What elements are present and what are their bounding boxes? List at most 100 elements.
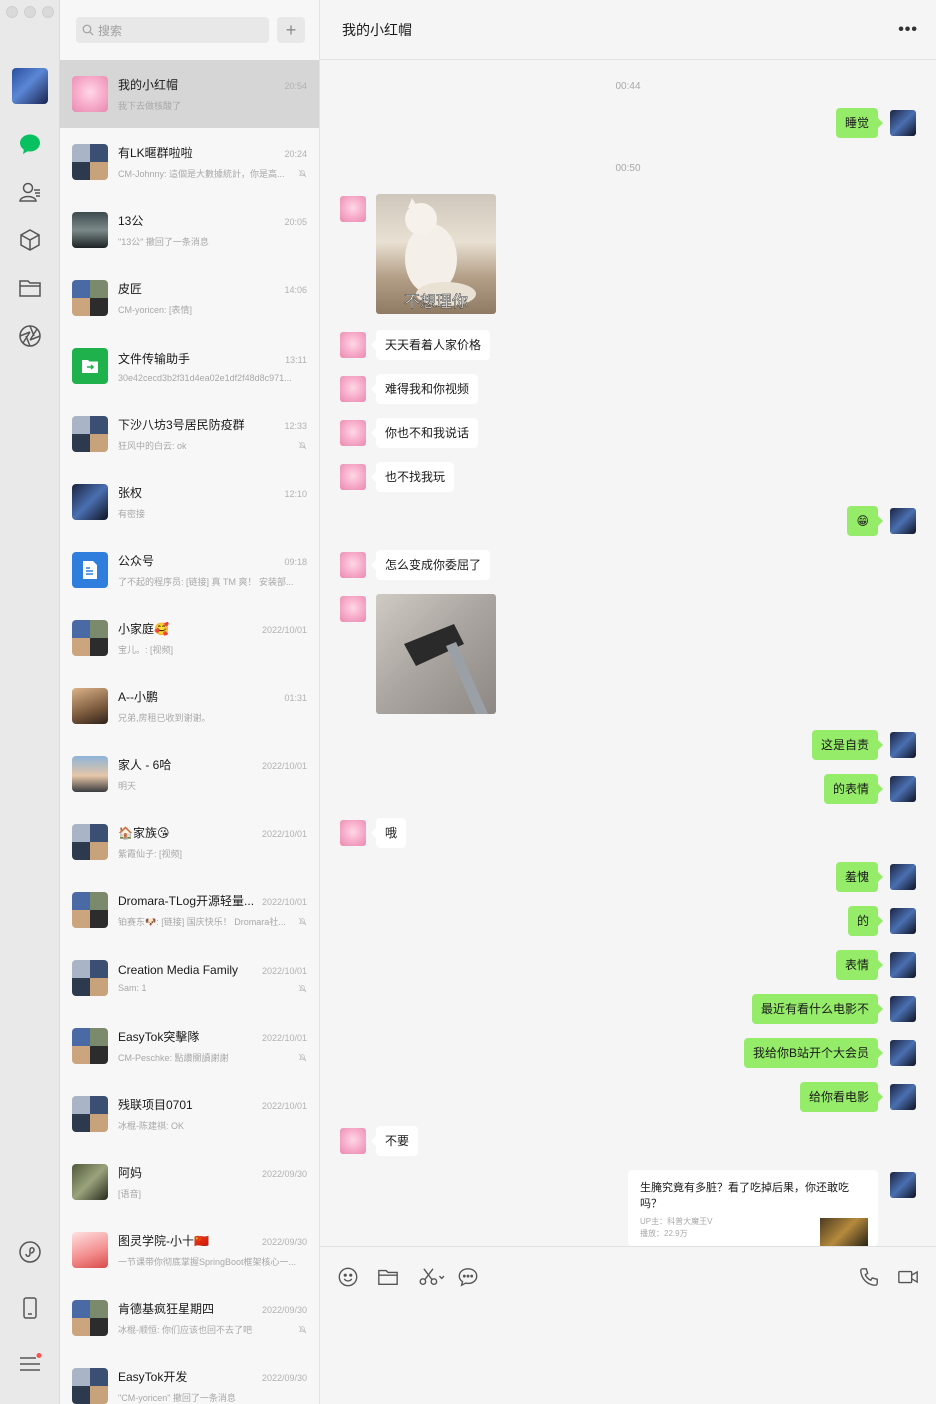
my-avatar[interactable] [890, 908, 916, 934]
chat-name: 残联项目0701 [118, 1098, 193, 1112]
chat-list-item[interactable]: A--小鹏 01:31 兄弟,房租已收到谢谢。 [60, 672, 319, 740]
phone-icon[interactable] [18, 1296, 42, 1320]
chat-list-item[interactable]: 家人 - 6哈 2022/10/01 明天 [60, 740, 319, 808]
incoming-message[interactable]: 也不找我玩 [370, 462, 455, 492]
my-avatar[interactable] [12, 68, 48, 104]
incoming-message[interactable]: 天天看着人家价格 [370, 330, 491, 360]
chat-list-item[interactable]: 🏠家族😘 2022/10/01 紫霞仙子: [视频] [60, 808, 319, 876]
my-avatar[interactable] [890, 952, 916, 978]
outgoing-message[interactable]: 羞愧 [835, 862, 884, 892]
chat-time: 2022/10/01 [261, 829, 307, 839]
chat-list-item[interactable]: 文件传输助手 13:11 30e42cecd3b2f31d4ea02e1df2f48… [60, 332, 319, 400]
chat-list-item[interactable]: 13公 20:05 "13公" 撤回了一条消息 [60, 196, 319, 264]
chat-list-item[interactable]: 下沙八坊3号居民防疫群 12:33 狂风中的白云: ok [60, 400, 319, 468]
my-avatar[interactable] [890, 1084, 916, 1110]
contacts-icon[interactable] [18, 180, 42, 204]
sticker-caption: 不想理你 [403, 294, 469, 312]
chat-name: 图灵学院-小十🇨🇳 [118, 1234, 209, 1248]
emoji-icon[interactable] [336, 1265, 360, 1289]
more-options-button[interactable]: ••• [898, 21, 918, 39]
outgoing-message[interactable]: 这是自责 [811, 730, 884, 760]
incoming-message[interactable]: 你也不和我说话 [370, 418, 479, 448]
chat-preview: 冰棍-陈建祺: OK [118, 1121, 185, 1131]
chat-name: 皮匠 [118, 282, 143, 296]
chat-time: 2022/10/01 [261, 761, 307, 771]
chat-list-item[interactable]: 皮匠 14:06 CM-yoricen: [表情] [60, 264, 319, 332]
chat-list-item[interactable]: 肯德基疯狂星期四 2022/09/30 冰棍-顺恒: 你们应该也回不去了吧 [60, 1284, 319, 1352]
chat-list-item[interactable]: 图灵学院-小十🇨🇳 2022/09/30 一节课带你彻底掌握SpringBoot框架… [60, 1216, 319, 1284]
contact-avatar[interactable] [340, 376, 366, 402]
incoming-message[interactable]: 不要 [370, 1126, 419, 1156]
contact-avatar[interactable] [340, 420, 366, 446]
folder-icon[interactable] [18, 276, 42, 300]
chat-body: 阿妈 2022/09/30 [语音] [118, 1164, 307, 1200]
chat-avatar [72, 960, 108, 996]
contact-avatar[interactable] [340, 332, 366, 358]
chat-list-item[interactable]: 阿妈 2022/09/30 [语音] [60, 1148, 319, 1216]
chat-list-item[interactable]: Creation Media Family 2022/10/01 Sam: 1 [60, 944, 319, 1012]
menu-icon[interactable] [18, 1352, 42, 1376]
hammer-sticker-image[interactable] [376, 594, 496, 714]
contact-avatar[interactable] [340, 820, 366, 846]
cat-sticker-image[interactable]: 不想理你 [376, 194, 496, 314]
my-avatar[interactable] [890, 864, 916, 890]
video-call-icon[interactable] [896, 1265, 920, 1289]
search-input[interactable]: 搜索 [76, 17, 269, 43]
chat-list-item[interactable]: 公众号 09:18 了不起的程序员: [链接] 真 TM 爽！ 安装部... [60, 536, 319, 604]
chat-list-item[interactable]: 张权 12:10 有密接 [60, 468, 319, 536]
outgoing-message[interactable]: 最近有看什么电影不 [751, 994, 884, 1024]
outgoing-message[interactable]: 😁 [847, 506, 883, 536]
contact-avatar[interactable] [340, 196, 366, 222]
my-avatar[interactable] [890, 732, 916, 758]
my-avatar[interactable] [890, 776, 916, 802]
message-area[interactable]: 00:44 00:50 睡觉 不想理你 天天看着人家价格 难得我和你视频 你也不和我说话… [320, 61, 936, 1246]
outgoing-message[interactable]: 的表情 [823, 774, 884, 804]
chat-list-item[interactable]: 我的小红帽 20:54 我下去做核酸了 [60, 60, 319, 128]
chat-list-item[interactable]: 小家庭🥰 2022/10/01 宝儿。: [视频] [60, 604, 319, 672]
chat-icon[interactable] [18, 132, 42, 156]
minimize-window-button[interactable] [24, 6, 36, 18]
folder-icon[interactable] [376, 1265, 400, 1289]
chat-list-item[interactable]: EasyTok突擊隊 2022/10/01 CM-Peschke: 點讚關讀謝謝 [60, 1012, 319, 1080]
zoom-window-button[interactable] [42, 6, 54, 18]
voice-call-icon[interactable] [857, 1265, 881, 1289]
chat-bubble-icon[interactable] [456, 1265, 480, 1289]
incoming-message[interactable]: 哦 [370, 818, 407, 848]
chat-preview: Sam: 1 [118, 983, 147, 993]
close-window-button[interactable] [6, 6, 18, 18]
incoming-message[interactable]: 难得我和你视频 [370, 374, 479, 404]
chat-list-item[interactable]: 有LK暱群啦啦 20:24 CM-Johnny: 這個是大數據統計，你是高... [60, 128, 319, 196]
chat-preview: 冰棍-顺恒: 你们应该也回不去了吧 [118, 1325, 252, 1335]
chat-avatar [72, 144, 108, 180]
chat-time: 20:05 [284, 217, 307, 227]
chat-list-item[interactable]: 残联项目0701 2022/10/01 冰棍-陈建祺: OK [60, 1080, 319, 1148]
incoming-message[interactable]: 怎么变成你委屈了 [370, 550, 491, 580]
official-accounts-icon [83, 561, 97, 579]
contact-avatar[interactable] [340, 1128, 366, 1154]
miniprogram-icon[interactable] [18, 1240, 42, 1264]
add-chat-button[interactable]: + [277, 17, 305, 43]
my-avatar[interactable] [890, 110, 916, 136]
outgoing-message[interactable]: 的 [847, 906, 884, 936]
chat-name: 🏠家族😘 [118, 826, 170, 840]
my-avatar[interactable] [890, 508, 916, 534]
my-avatar[interactable] [890, 1040, 916, 1066]
scissors-icon[interactable] [416, 1265, 450, 1289]
moments-aperture-icon[interactable] [18, 324, 42, 348]
chat-list-item[interactable]: EasyTok开发 2022/09/30 "CM-yoricen" 撤回了一条消息 [60, 1352, 319, 1404]
my-avatar[interactable] [890, 996, 916, 1022]
outgoing-message[interactable]: 睡觉 [835, 108, 884, 138]
contact-avatar[interactable] [340, 596, 366, 622]
favorites-cube-icon[interactable] [18, 228, 42, 252]
shared-video-link-card[interactable]: 生腌究竟有多脏？看了吃掉后果，你还敢吃吗？ UP主：科普大魔王V 播放：22.9万 [628, 1170, 878, 1246]
outgoing-message[interactable]: 表情 [835, 950, 884, 980]
contact-avatar[interactable] [340, 464, 366, 490]
my-avatar[interactable] [890, 1172, 916, 1198]
chat-list-item[interactable]: Dromara-TLog开源轻量... 2022/10/01 铂赛东🐶: [链接] … [60, 876, 319, 944]
outgoing-message[interactable]: 我给你B站开个大会员 [743, 1038, 884, 1068]
contact-avatar[interactable] [340, 552, 366, 578]
chat-preview: 明天 [118, 781, 137, 791]
chat-body: 肯德基疯狂星期四 2022/09/30 冰棍-顺恒: 你们应该也回不去了吧 [118, 1300, 307, 1336]
chat-name: 有LK暱群啦啦 [118, 146, 193, 160]
outgoing-message[interactable]: 给你看电影 [799, 1082, 884, 1112]
